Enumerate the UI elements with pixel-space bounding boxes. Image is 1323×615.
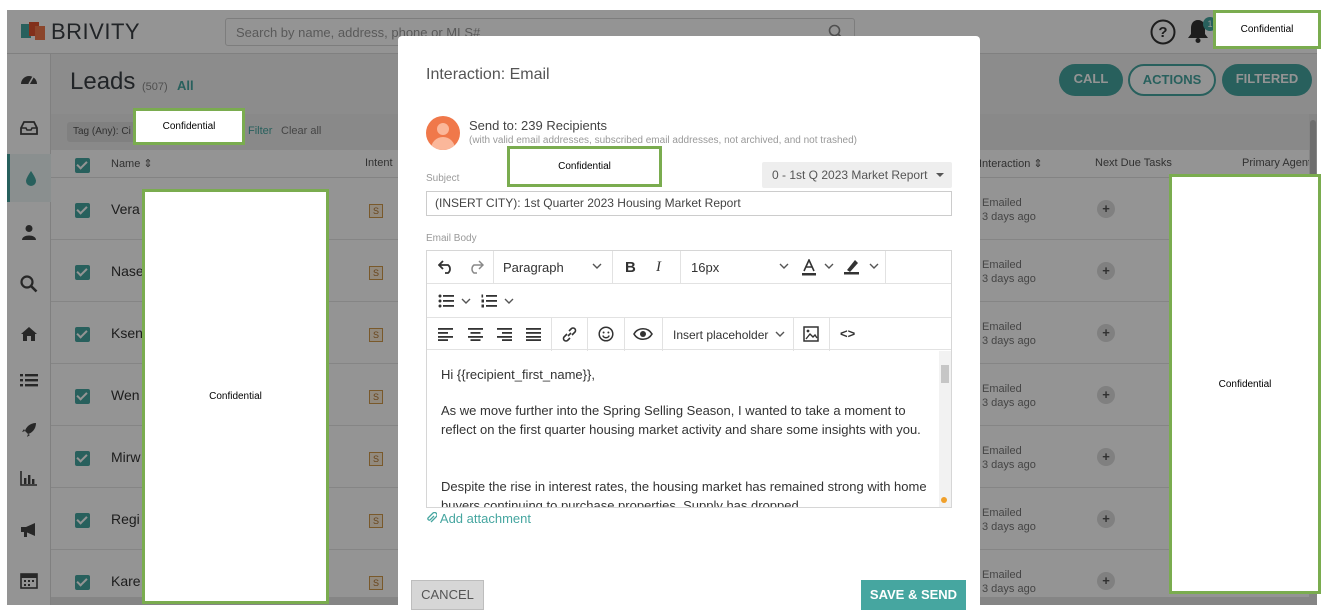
toolbar-separator (551, 318, 552, 351)
align-justify-icon[interactable] (526, 328, 541, 341)
link-icon[interactable] (561, 326, 578, 343)
redaction-box: Confidential (142, 189, 329, 604)
chevron-down-icon[interactable] (592, 263, 602, 270)
emoji-icon[interactable] (598, 326, 614, 342)
numbered-list-icon[interactable] (481, 294, 497, 308)
redaction-box: Confidential (133, 108, 245, 145)
toolbar-separator (793, 318, 794, 351)
cancel-button[interactable]: CANCEL (411, 580, 484, 610)
avatar-body (431, 137, 455, 150)
template-select[interactable]: 0 - 1st Q 2023 Market Report (762, 162, 952, 188)
source-code-button[interactable]: <> (840, 326, 855, 341)
insert-image-icon[interactable] (803, 326, 819, 342)
editor-toolbar-row-3: Insert placeholder <> (427, 317, 951, 351)
bold-button[interactable]: B (625, 259, 636, 276)
toolbar-separator (493, 251, 494, 284)
toolbar-separator (612, 251, 613, 284)
chevron-down-icon[interactable] (779, 263, 789, 270)
avatar-head (437, 123, 449, 135)
toolbar-separator (624, 318, 625, 351)
redo-icon[interactable] (468, 260, 484, 274)
insert-placeholder-select[interactable]: Insert placeholder (673, 328, 768, 342)
chevron-down-icon[interactable] (869, 263, 879, 270)
body-paragraph-1: As we move further into the Spring Selli… (441, 403, 921, 437)
body-greeting: Hi {{recipient_first_name}}, (441, 367, 595, 382)
highlight-color-icon[interactable] (843, 258, 861, 276)
toolbar-separator (662, 318, 663, 351)
send-to-label: Send to: 239 Recipients (469, 118, 608, 133)
align-center-icon[interactable] (468, 328, 483, 341)
chevron-down-icon[interactable] (775, 331, 785, 338)
align-right-icon[interactable] (497, 328, 512, 341)
email-body-label: Email Body (426, 233, 477, 244)
subject-input[interactable]: (INSERT CITY): 1st Quarter 2023 Housing … (426, 191, 952, 216)
chevron-down-icon[interactable] (824, 263, 834, 270)
save-and-send-button[interactable]: SAVE & SEND (861, 580, 966, 610)
subject-label: Subject (426, 173, 460, 184)
align-left-icon[interactable] (438, 328, 453, 341)
redaction-box: Confidential (1213, 10, 1321, 49)
paperclip-icon (427, 511, 438, 523)
undo-icon[interactable] (438, 260, 454, 274)
redaction-box: Confidential (507, 146, 662, 187)
toolbar-separator (885, 251, 886, 284)
chevron-down-icon[interactable] (461, 298, 471, 305)
bullet-list-icon[interactable] (438, 294, 454, 308)
redaction-box: Confidential (1169, 174, 1321, 594)
block-format-select[interactable]: Paragraph (503, 260, 564, 275)
body-paragraph-2: Despite the rise in interest rates, the … (441, 479, 927, 507)
editor-scrollbar-thumb[interactable] (941, 365, 949, 383)
modal-title: Interaction: Email (426, 66, 550, 83)
editor-toolbar-row-1: Paragraph B I 16px (427, 251, 951, 284)
toolbar-separator (680, 251, 681, 284)
preview-eye-icon[interactable] (633, 327, 653, 341)
font-size-select[interactable]: 16px (691, 260, 719, 275)
send-to-note: (with valid email addresses, subscribed … (469, 135, 857, 146)
toolbar-separator (587, 318, 588, 351)
italic-button[interactable]: I (656, 259, 661, 276)
editor-toolbar-row-2 (427, 284, 951, 317)
email-interaction-modal: Interaction: Email Send to: 239 Recipien… (398, 36, 980, 615)
recipients-avatar (426, 116, 460, 150)
editor-content[interactable]: Hi {{recipient_first_name}}, As we move … (427, 351, 939, 507)
text-color-icon[interactable] (800, 259, 818, 277)
editor-status-dot (941, 497, 947, 503)
chevron-down-icon[interactable] (936, 173, 944, 177)
add-attachment-label: Add attachment (439, 511, 531, 526)
toolbar-separator (829, 318, 830, 351)
add-attachment-link[interactable]: Add attachment (426, 511, 531, 526)
rich-text-editor: Paragraph B I 16px Insert placeholder <>… (426, 250, 952, 508)
chevron-down-icon[interactable] (504, 298, 514, 305)
